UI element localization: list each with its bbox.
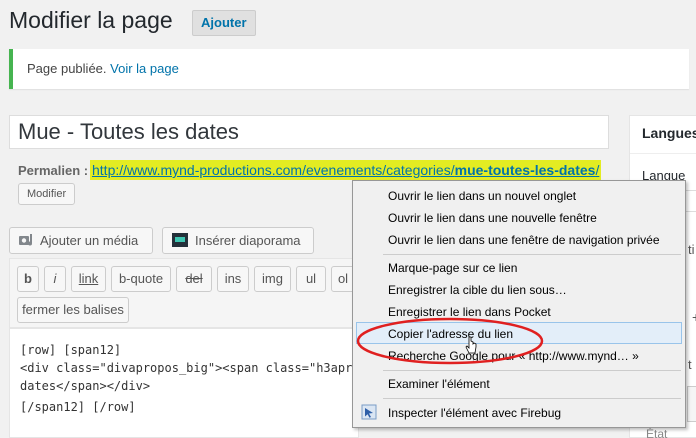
add-page-button[interactable]: Ajouter: [192, 10, 256, 36]
qt-italic-button[interactable]: i: [44, 266, 66, 292]
code-line: [/span12] [/row]: [20, 400, 136, 414]
permalink-url[interactable]: http://www.mynd-productions.com/evenemen…: [90, 160, 602, 180]
notice-text-wrap: Page publiée. Voir la page: [27, 61, 179, 76]
permalink-label: Permalien :: [18, 163, 89, 178]
qt-bold-button[interactable]: b: [17, 266, 39, 292]
menu-separator: [383, 254, 681, 255]
menu-item-inspect-firebug[interactable]: Inspecter l'élément avec Firebug: [388, 406, 561, 420]
post-title-input[interactable]: Mue - Toutes les dates: [9, 115, 609, 149]
add-media-button[interactable]: Ajouter un média: [9, 227, 153, 254]
qt-close-tags-button[interactable]: fermer les balises: [17, 297, 129, 323]
menu-item-save-link-as[interactable]: Enregistrer la cible du lien sous…: [388, 283, 567, 297]
view-page-link[interactable]: Voir la page: [110, 61, 179, 76]
qt-ins-button[interactable]: ins: [217, 266, 249, 292]
menu-item-open-new-tab[interactable]: Ouvrir le lien dans un nouvel onglet: [388, 189, 576, 203]
qt-blockquote-button[interactable]: b-quote: [111, 266, 171, 292]
menu-separator: [383, 398, 681, 399]
link-context-menu: Ouvrir le lien dans un nouvel onglet Ouv…: [352, 180, 686, 428]
annotation-circle: [356, 317, 544, 365]
slideshow-icon: [172, 233, 188, 247]
panel-text-fragment-2: t: [688, 357, 692, 372]
panel-text-fragment: ti: [688, 242, 695, 257]
insert-slideshow-label: Insérer diaporama: [195, 233, 301, 248]
panel-scroll-box[interactable]: [687, 386, 696, 422]
menu-separator: [383, 370, 681, 371]
permalink-url-base: http://www.mynd-productions.com/evenemen…: [92, 162, 455, 178]
camera-music-icon: [19, 234, 32, 246]
code-line: dates</span></div>: [20, 379, 151, 393]
panel-divider: [630, 153, 696, 154]
menu-item-open-new-window[interactable]: Ouvrir le lien dans une nouvelle fenêtre: [388, 211, 597, 225]
qt-link-button[interactable]: link: [71, 266, 106, 292]
insert-slideshow-button[interactable]: Insérer diaporama: [162, 227, 314, 254]
code-line: <div class="divapropos_big"><span class=…: [20, 361, 367, 375]
qt-img-button[interactable]: img: [254, 266, 291, 292]
menu-item-inspect-element[interactable]: Examiner l'élément: [388, 377, 490, 391]
languages-heading: Langues: [642, 125, 696, 141]
panel-plus-icon[interactable]: +: [692, 309, 696, 325]
menu-item-bookmark-link[interactable]: Marque-page sur ce lien: [388, 261, 517, 275]
menu-item-open-private-window[interactable]: Ouvrir le lien dans une fenêtre de navig…: [388, 233, 660, 247]
permalink-url-end: /: [595, 162, 600, 178]
status-label: État: [646, 427, 668, 438]
add-media-label: Ajouter un média: [40, 233, 139, 248]
firebug-icon: [361, 404, 377, 420]
modify-permalink-button[interactable]: Modifier: [18, 183, 76, 205]
notice-message: Page publiée.: [27, 61, 107, 76]
permalink-url-slug: mue-toutes-les-dates: [454, 162, 596, 178]
page-title: Modifier la page: [9, 7, 173, 33]
published-notice: Page publiée. Voir la page: [9, 49, 689, 89]
content-textarea[interactable]: [row] [span12] <div class="divapropos_bi…: [9, 328, 367, 438]
code-line: [row] [span12]: [20, 343, 122, 357]
qt-ul-button[interactable]: ul: [296, 266, 326, 292]
qt-del-button[interactable]: del: [176, 266, 212, 292]
mouse-cursor-icon: [465, 336, 477, 354]
